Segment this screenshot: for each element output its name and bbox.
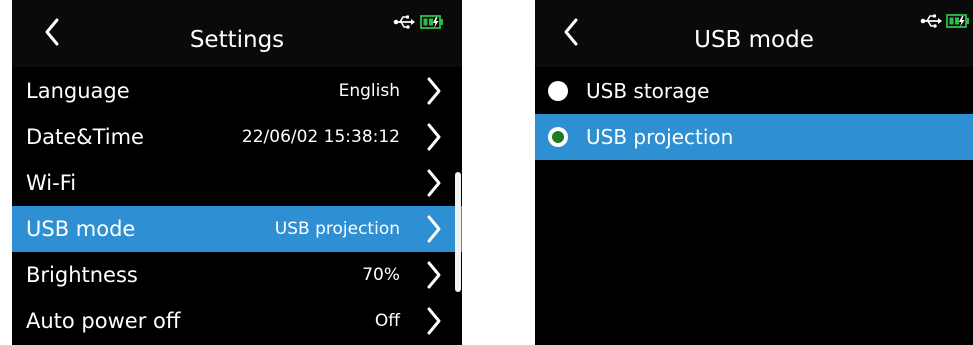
usb-option-storage[interactable]: USB storage (535, 68, 973, 114)
radio-dot-icon (552, 131, 564, 143)
page-title: Settings (189, 27, 285, 53)
chevron-right-icon (427, 307, 441, 335)
row-value: USB projection (274, 219, 400, 239)
row-label: Date&Time (26, 125, 144, 149)
row-label: Language (26, 79, 130, 103)
usb-option-projection[interactable]: USB projection (535, 114, 973, 160)
row-value: Off (374, 311, 400, 331)
usb-mode-screen: USB mode USB storage USB projection (535, 0, 973, 345)
scrollbar[interactable] (455, 172, 461, 292)
battery-charging-icon (420, 14, 444, 34)
row-label: Auto power off (26, 309, 181, 333)
option-label: USB storage (586, 79, 710, 103)
page-title: USB mode (694, 27, 814, 53)
radio-button-checked[interactable] (548, 127, 568, 147)
usb-mode-header: USB mode (535, 0, 973, 67)
usb-icon (393, 14, 415, 34)
row-label: Brightness (26, 263, 138, 287)
row-value: 70% (362, 265, 400, 285)
row-value: 22/06/02 15:38:12 (241, 127, 400, 147)
chevron-right-icon (427, 169, 441, 197)
row-label: USB mode (26, 217, 136, 241)
settings-row-wifi[interactable]: Wi-Fi (12, 160, 462, 206)
row-label: Wi-Fi (26, 171, 77, 195)
radio-button[interactable] (548, 81, 568, 101)
settings-row-date-time[interactable]: Date&Time 22/06/02 15:38:12 (12, 114, 462, 160)
settings-row-language[interactable]: Language English (12, 68, 462, 114)
settings-header: Settings (12, 0, 462, 67)
chevron-right-icon (427, 77, 441, 105)
chevron-right-icon (427, 123, 441, 151)
usb-icon (920, 13, 942, 33)
chevron-right-icon (427, 261, 441, 289)
settings-screen: Settings Language English Date&Time 22/0… (12, 0, 462, 345)
settings-row-usb-mode[interactable]: USB mode USB projection (12, 206, 462, 252)
option-label: USB projection (586, 125, 734, 149)
settings-row-brightness[interactable]: Brightness 70% (12, 252, 462, 298)
settings-row-auto-power-off[interactable]: Auto power off Off (12, 298, 462, 344)
row-value: English (338, 81, 400, 101)
chevron-right-icon (427, 215, 441, 243)
battery-charging-icon (946, 13, 970, 33)
